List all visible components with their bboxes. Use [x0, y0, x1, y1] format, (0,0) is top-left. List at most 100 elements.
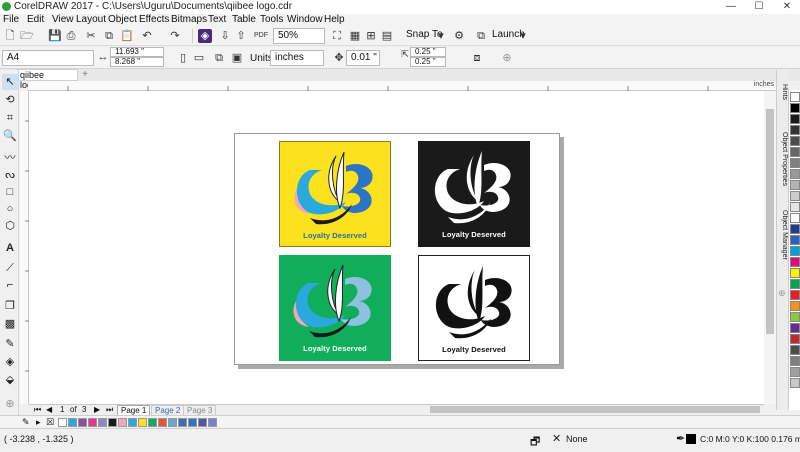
- text-tool-icon[interactable]: A: [2, 240, 18, 256]
- interactive-fill-icon[interactable]: ◈: [2, 354, 18, 370]
- document-tab[interactable]: qiibee logo.cdr: [16, 69, 78, 90]
- zoom-level-field[interactable]: 50%: [273, 28, 325, 44]
- options-gear-icon[interactable]: ⚙: [452, 29, 466, 43]
- palette-swatch[interactable]: [790, 235, 800, 245]
- fill-icon[interactable]: 🗗: [530, 433, 540, 452]
- palette-swatch[interactable]: [790, 334, 800, 344]
- copy-icon[interactable]: ⧉: [102, 29, 116, 43]
- guidelines-icon[interactable]: ▤: [380, 29, 394, 43]
- shape-tool-icon[interactable]: ⟲: [2, 92, 18, 108]
- landscape-icon[interactable]: ▭: [192, 51, 206, 65]
- palette-swatch[interactable]: [790, 191, 800, 201]
- palette-swatch[interactable]: [790, 279, 800, 289]
- menu-view[interactable]: View: [52, 14, 74, 26]
- document-palette-swatch[interactable]: [58, 418, 67, 427]
- launch-icon[interactable]: ⧉: [474, 29, 488, 43]
- page-width-field[interactable]: 11.693 ": [110, 47, 164, 57]
- document-palette-swatch[interactable]: [118, 418, 127, 427]
- menu-effects[interactable]: Effects: [139, 14, 169, 26]
- export-icon[interactable]: ⇧: [234, 29, 248, 43]
- document-palette-swatch[interactable]: [88, 418, 97, 427]
- minimize-button[interactable]: —: [720, 0, 742, 14]
- palette-swatch[interactable]: [790, 92, 800, 102]
- document-palette-swatch[interactable]: [68, 418, 77, 427]
- palette-swatch[interactable]: [790, 180, 800, 190]
- document-palette-swatch[interactable]: [108, 418, 117, 427]
- palette-swatch[interactable]: [790, 257, 800, 267]
- vertical-ruler[interactable]: [20, 91, 29, 404]
- artistic-media-icon[interactable]: ᔓ: [2, 167, 18, 183]
- portrait-icon[interactable]: ▯: [176, 51, 190, 65]
- new-tab-icon[interactable]: +: [80, 69, 90, 81]
- cut-icon[interactable]: ✂: [84, 29, 98, 43]
- menu-edit[interactable]: Edit: [27, 14, 44, 26]
- open-icon[interactable]: 🗁: [20, 29, 34, 43]
- palette-swatch[interactable]: [790, 323, 800, 333]
- duplicate-x-field[interactable]: 0.25 ": [410, 47, 446, 57]
- transparency-icon[interactable]: ▩: [2, 316, 18, 332]
- menu-help[interactable]: Help: [324, 14, 345, 26]
- logo-yellow[interactable]: Loyalty Deserved: [279, 141, 391, 247]
- undo-icon[interactable]: ↶: [140, 29, 154, 43]
- document-palette-swatch[interactable]: [208, 418, 217, 427]
- save-icon[interactable]: 💾: [48, 29, 62, 43]
- menu-layout[interactable]: Layout: [76, 14, 106, 26]
- document-palette-swatch[interactable]: [188, 418, 197, 427]
- menu-bitmaps[interactable]: Bitmaps: [171, 14, 207, 26]
- palette-swatch[interactable]: [790, 125, 800, 135]
- menu-tools[interactable]: Tools: [260, 14, 283, 26]
- rulers-icon[interactable]: ▦: [348, 29, 362, 43]
- docker-add-icon[interactable]: ⊕: [778, 288, 786, 299]
- object-properties-tab[interactable]: Object Properties: [778, 132, 788, 186]
- palette-swatch[interactable]: [790, 312, 800, 322]
- document-palette-eyedropper-icon[interactable]: ✎: [22, 417, 30, 428]
- maximize-button[interactable]: ☐: [748, 0, 770, 14]
- palette-swatch[interactable]: [790, 202, 800, 212]
- search-content-icon[interactable]: ◈: [198, 29, 212, 43]
- all-pages-icon[interactable]: ⧉: [212, 51, 226, 65]
- logo-white[interactable]: Loyalty Deserved: [418, 255, 530, 361]
- hints-tab[interactable]: Hints: [778, 84, 788, 100]
- publish-pdf-icon[interactable]: PDF: [254, 29, 268, 43]
- page-size-select[interactable]: A4: [2, 50, 94, 66]
- freehand-tool-icon[interactable]: 〰: [2, 150, 18, 166]
- object-manager-tab[interactable]: Object Manager: [778, 210, 788, 260]
- smart-fill-icon[interactable]: ⬙: [2, 372, 18, 388]
- print-icon[interactable]: ⎙: [64, 29, 78, 43]
- document-palette-swatch[interactable]: [148, 418, 157, 427]
- full-screen-icon[interactable]: ⛶: [330, 29, 344, 43]
- close-button[interactable]: ✕: [776, 0, 798, 14]
- palette-swatch[interactable]: [790, 378, 800, 388]
- zoom-tool-icon[interactable]: 🔍: [2, 128, 18, 144]
- vertical-scrollbar[interactable]: [764, 91, 776, 404]
- palette-swatch[interactable]: [790, 147, 800, 157]
- document-palette-swatch[interactable]: [78, 418, 87, 427]
- palette-swatch[interactable]: [790, 103, 800, 113]
- menu-file[interactable]: File: [3, 14, 19, 26]
- document-palette-swatch[interactable]: [98, 418, 107, 427]
- menu-object[interactable]: Object: [108, 14, 137, 26]
- palette-swatch[interactable]: [790, 356, 800, 366]
- current-page-icon[interactable]: ▣: [230, 51, 244, 65]
- horizontal-scroll-thumb[interactable]: [430, 406, 760, 413]
- crop-tool-icon[interactable]: ⌗: [2, 110, 18, 126]
- drawing-page[interactable]: Loyalty Deserved Loyalty Deserved Loyalt…: [234, 133, 560, 365]
- menu-text[interactable]: Text: [208, 14, 226, 26]
- logo-green[interactable]: Loyalty Deserved: [279, 255, 391, 361]
- document-palette-swatch[interactable]: [138, 418, 147, 427]
- pick-tool-icon[interactable]: ↖: [2, 74, 18, 90]
- vertical-scroll-thumb[interactable]: [766, 109, 774, 334]
- ellipse-tool-icon[interactable]: ○: [2, 201, 18, 217]
- menu-table[interactable]: Table: [232, 14, 256, 26]
- eyedropper-icon[interactable]: ✎: [2, 336, 18, 352]
- logo-black[interactable]: Loyalty Deserved: [418, 141, 530, 247]
- menu-window[interactable]: Window: [287, 14, 323, 26]
- units-select[interactable]: inches: [270, 50, 324, 66]
- convert-icon[interactable]: ⧈: [470, 51, 484, 65]
- nudge-distance-field[interactable]: 0.01 ": [346, 50, 380, 66]
- palette-swatch[interactable]: [790, 246, 800, 256]
- rectangle-tool-icon[interactable]: □: [2, 184, 18, 200]
- palette-swatch[interactable]: [790, 224, 800, 234]
- connector-tool-icon[interactable]: ⌐: [2, 277, 18, 293]
- polygon-tool-icon[interactable]: ⬡: [2, 218, 18, 234]
